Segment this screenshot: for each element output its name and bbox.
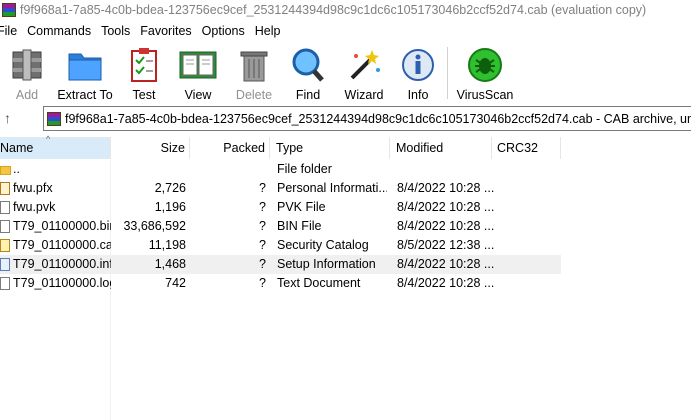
file-row[interactable]: fwu.pfx 2,726 ? Personal Informati... 8/… (0, 179, 561, 198)
window-title: f9f968a1-7a85-4c0b-bdea-123756ec9cef_253… (20, 3, 647, 17)
sort-up-icon: ^ (46, 134, 51, 144)
file-name: T79_01100000.cat (13, 238, 111, 252)
info-label: Info (407, 88, 429, 102)
menu-commands[interactable]: Commands (27, 24, 95, 38)
trash-icon (234, 46, 274, 84)
virus-scan-icon (465, 46, 505, 84)
text-document-icon (0, 277, 10, 290)
security-catalog-icon (0, 239, 10, 252)
file-size: 33,686,592 (123, 219, 186, 233)
document-icon (0, 220, 10, 233)
file-modified: 8/4/2022 10:28 ... (397, 219, 495, 233)
add-button[interactable]: Add (0, 43, 59, 102)
menu-options[interactable]: Options (202, 24, 249, 38)
file-packed: ? (259, 238, 266, 252)
info-icon (398, 46, 438, 84)
file-row-parent[interactable]: .. File folder (0, 160, 561, 179)
file-size (112, 160, 186, 179)
file-modified: 8/5/2022 12:38 ... (397, 238, 495, 252)
file-type: File folder (277, 162, 332, 176)
view-button[interactable]: View (166, 43, 230, 102)
file-row-highlighted[interactable]: T79_01100000.inf 1,468 ? Setup Informati… (0, 255, 561, 274)
file-type: BIN File (277, 219, 322, 233)
menu-file[interactable]: File (0, 24, 21, 38)
document-icon (0, 201, 10, 214)
file-name: .. (13, 162, 20, 176)
add-label: Add (15, 88, 39, 102)
winrar-icon (47, 111, 61, 126)
file-type: Setup Information (277, 257, 376, 271)
file-size: 1,196 (154, 200, 186, 214)
file-name: T79_01100000.log (13, 276, 111, 290)
folder-icon (65, 46, 105, 84)
menu-help[interactable]: Help (255, 24, 285, 38)
clipboard-check-icon (124, 46, 164, 84)
file-size: 742 (165, 276, 186, 290)
column-header-crc32[interactable]: CRC32 (493, 137, 561, 159)
file-name: T79_01100000.bin (13, 219, 111, 233)
address-bar: ↑ f9f968a1-7a85-4c0b-bdea-123756ec9cef_2… (0, 105, 691, 132)
find-button[interactable]: Find (276, 43, 340, 102)
column-header-packed[interactable]: Packed (190, 137, 270, 159)
file-packed (190, 160, 266, 179)
extract-to-button[interactable]: Extract To (53, 43, 117, 102)
file-row[interactable]: T79_01100000.log 742 ? Text Document 8/4… (0, 274, 561, 293)
add-icon (7, 46, 47, 84)
menu-tools[interactable]: Tools (101, 24, 134, 38)
view-label: View (184, 88, 212, 102)
extract-to-label: Extract To (57, 88, 113, 102)
column-header-modified[interactable]: Modified (392, 137, 492, 159)
column-header-name[interactable]: ^ Name (0, 134, 111, 159)
file-type: Personal Informati... (277, 181, 387, 195)
address-field[interactable]: f9f968a1-7a85-4c0b-bdea-123756ec9cef_253… (43, 106, 691, 131)
file-modified: 8/4/2022 10:28 ... (397, 200, 495, 214)
file-type: Text Document (277, 276, 361, 290)
file-packed: ? (259, 219, 266, 233)
column-header-size[interactable]: Size (112, 137, 190, 159)
file-name: fwu.pvk (13, 200, 56, 214)
magic-wand-icon (344, 46, 384, 84)
file-name: fwu.pfx (13, 181, 53, 195)
title-bar: f9f968a1-7a85-4c0b-bdea-123756ec9cef_253… (0, 0, 691, 20)
menu-favorites[interactable]: Favorites (140, 24, 195, 38)
virusscan-label: VirusScan (456, 88, 514, 102)
file-size: 11,198 (148, 238, 186, 252)
setup-information-icon (0, 258, 10, 271)
find-label: Find (295, 88, 321, 102)
file-row[interactable]: fwu.pvk 1,196 ? PVK File 8/4/2022 10:28 … (0, 198, 561, 217)
file-size: 1,468 (154, 257, 186, 271)
toolbar-separator (447, 47, 448, 99)
file-modified: 8/4/2022 10:28 ... (397, 257, 495, 271)
file-packed: ? (259, 181, 266, 195)
file-type: Security Catalog (277, 238, 369, 252)
winrar-icon (2, 3, 16, 17)
file-name: T79_01100000.inf (13, 257, 111, 271)
file-size: 2,726 (154, 181, 186, 195)
file-modified: 8/4/2022 10:28 ... (397, 276, 495, 290)
file-list: .. File folder fwu.pfx 2,726 ? Personal … (0, 160, 691, 293)
file-packed: ? (259, 276, 266, 290)
magnifier-icon (288, 46, 328, 84)
file-list-header: ^ Name Size Packed Type Modified CRC32 (0, 134, 691, 159)
file-packed: ? (259, 257, 266, 271)
up-arrow-icon[interactable]: ↑ (4, 110, 11, 126)
file-modified (397, 160, 497, 179)
address-path: f9f968a1-7a85-4c0b-bdea-123756ec9cef_253… (65, 111, 691, 126)
file-row[interactable]: T79_01100000.bin 33,686,592 ? BIN File 8… (0, 217, 561, 236)
file-packed: ? (259, 200, 266, 214)
virusscan-button[interactable]: VirusScan (453, 43, 517, 102)
book-icon (178, 46, 218, 84)
menu-bar: File Commands Tools Favorites Options He… (0, 21, 290, 41)
file-row[interactable]: T79_01100000.cat 11,198 ? Security Catal… (0, 236, 561, 255)
folder-up-icon (0, 166, 11, 175)
info-button[interactable]: Info (386, 43, 450, 102)
column-header-type[interactable]: Type (272, 137, 390, 159)
toolbar: Add Extract To Test View Delete Find Wiz… (0, 43, 691, 102)
certificate-file-icon (0, 182, 10, 195)
file-modified: 8/4/2022 10:28 ... (397, 181, 495, 195)
file-type: PVK File (277, 200, 326, 214)
